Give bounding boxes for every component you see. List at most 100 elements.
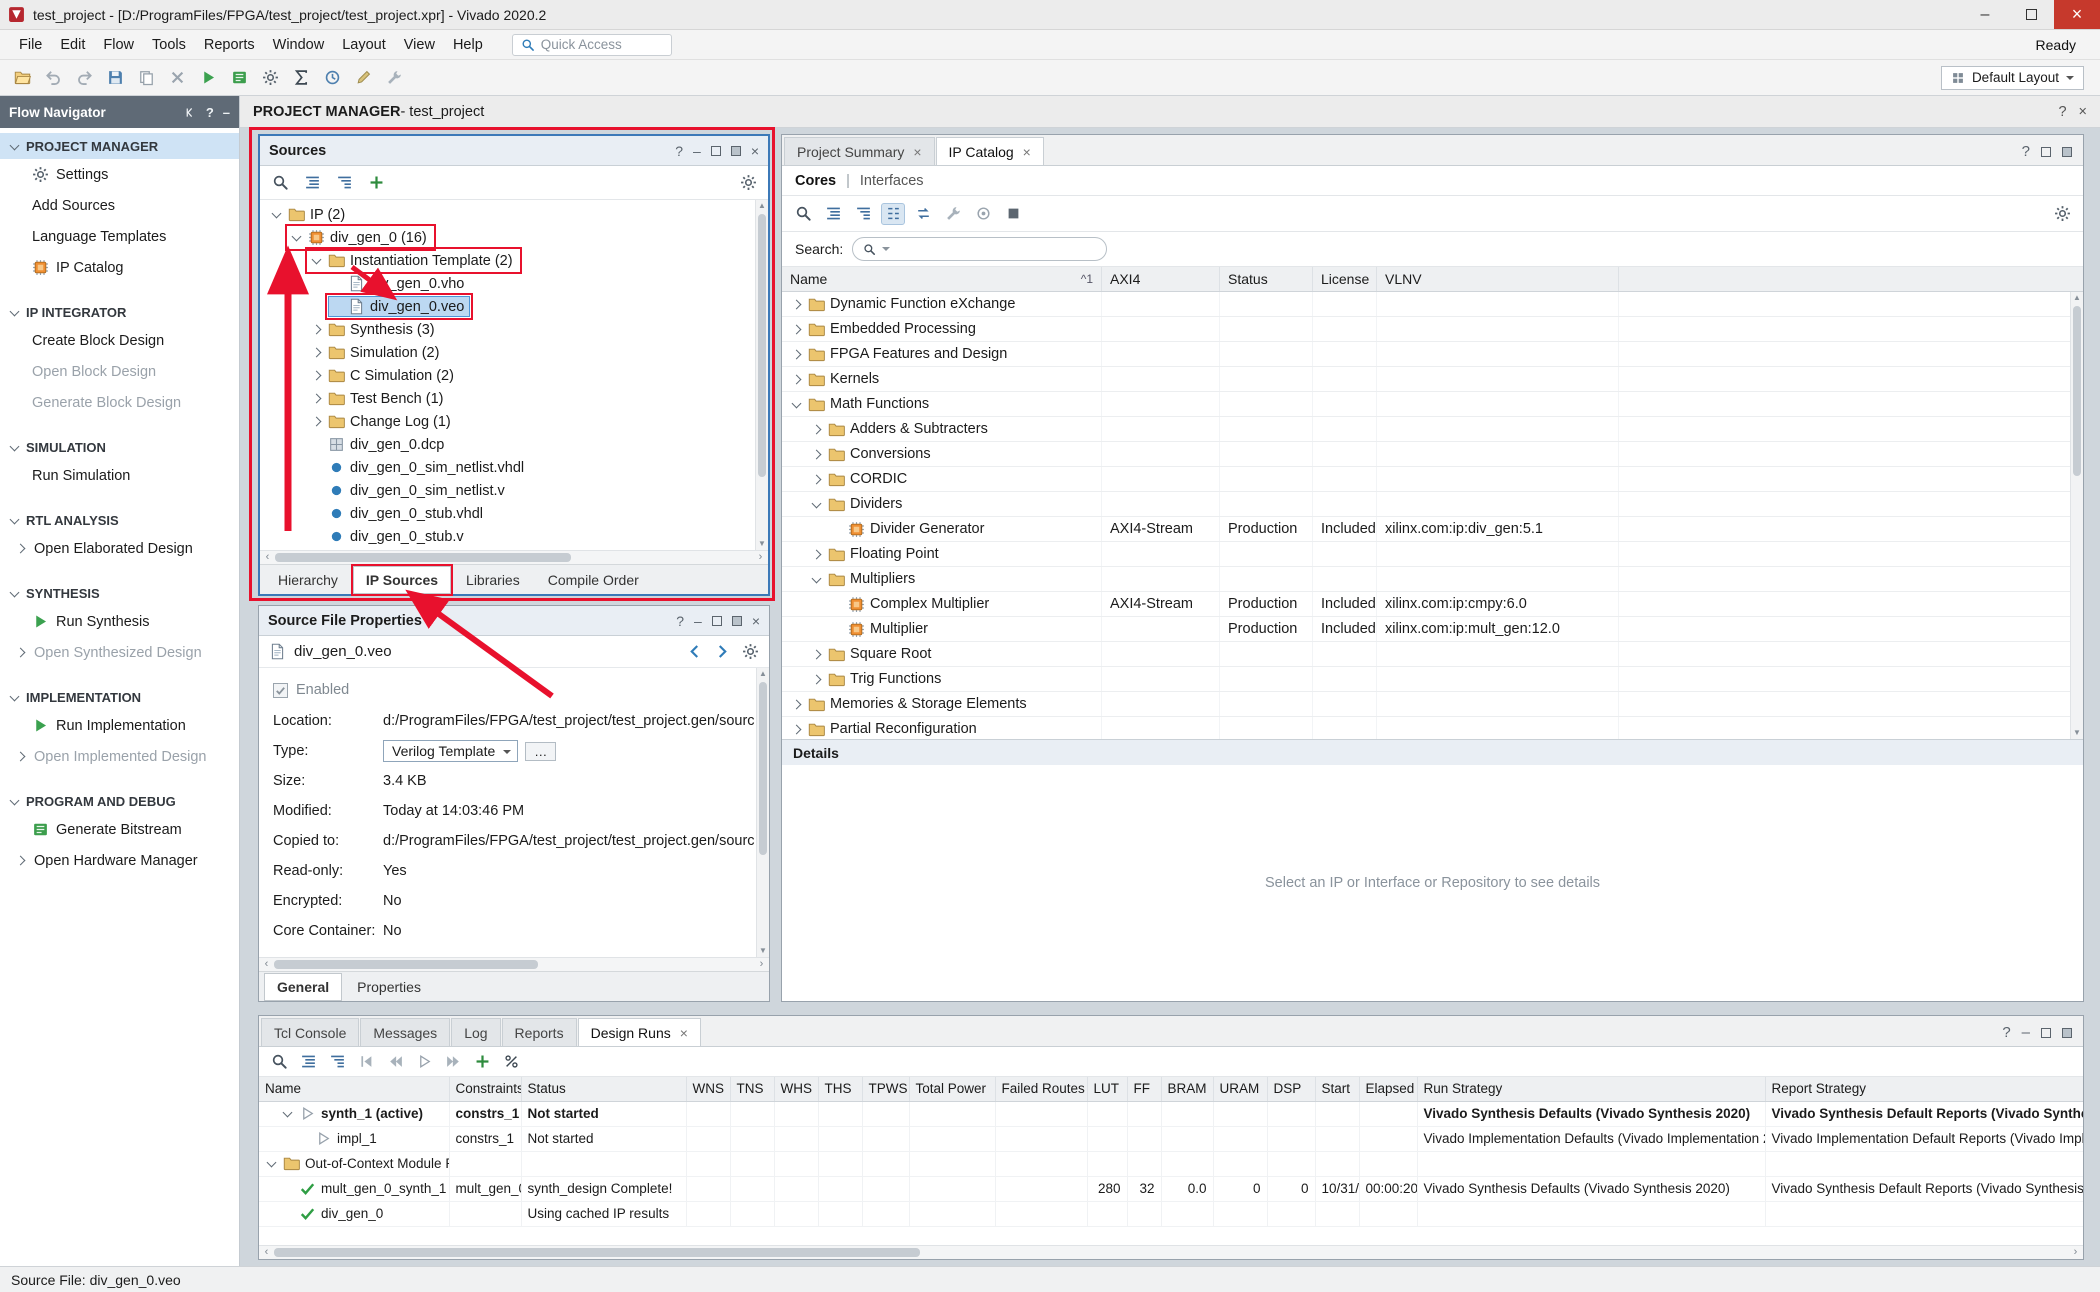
close-icon[interactable]: × — [680, 1025, 688, 1041]
chevron-right-icon[interactable] — [810, 473, 823, 486]
scroll-down-icon[interactable]: ▼ — [756, 538, 768, 550]
flow-item-add-sources[interactable]: Add Sources — [0, 190, 239, 221]
square-button[interactable] — [1001, 203, 1025, 225]
hier-button[interactable] — [881, 203, 905, 225]
save-button[interactable] — [101, 65, 129, 91]
minimize-icon[interactable]: – — [223, 105, 230, 120]
float-icon[interactable] — [2041, 147, 2051, 157]
source-c-simulation-2[interactable]: C Simulation (2) — [260, 364, 768, 387]
chevron-down-icon[interactable] — [8, 441, 21, 454]
tab-hierarchy[interactable]: Hierarchy — [265, 566, 351, 594]
close-icon[interactable]: × — [913, 144, 921, 160]
tab-properties[interactable]: Properties — [344, 973, 434, 1001]
tab-ip-catalog[interactable]: IP Catalog× — [936, 137, 1044, 165]
runs-column-constraints[interactable]: Constraints — [449, 1077, 521, 1101]
source-div-gen-0-16[interactable]: div_gen_0 (16) — [260, 226, 768, 249]
properties-vertical-scrollbar[interactable]: ▲ ▼ — [756, 668, 769, 957]
flow-item-run-synthesis[interactable]: Run Synthesis — [0, 606, 239, 637]
scroll-up-icon[interactable]: ▲ — [2071, 292, 2083, 304]
catalog-row-conversions[interactable]: Conversions — [782, 442, 2083, 467]
runs-column-whs[interactable]: WHS — [774, 1077, 818, 1101]
close-icon[interactable]: × — [2079, 104, 2087, 120]
runs-column-bram[interactable]: BRAM — [1161, 1077, 1213, 1101]
flow-item-create-block-design[interactable]: Create Block Design — [0, 325, 239, 356]
help-icon[interactable]: ? — [2022, 144, 2030, 159]
menu-reports[interactable]: Reports — [195, 33, 264, 57]
chevron-right-icon[interactable] — [810, 548, 823, 561]
layout-selector[interactable]: Default Layout — [1941, 66, 2084, 90]
source-instantiation-template-2[interactable]: Instantiation Template (2) — [260, 249, 768, 272]
runs-row-synth-1-active[interactable]: synth_1 (active)constrs_1Not startedViva… — [259, 1101, 2083, 1126]
catalog-row-multiplier[interactable]: MultiplierProductionIncludedxilinx.com:i… — [782, 617, 2083, 642]
percent-button[interactable] — [499, 1051, 523, 1073]
fast-fwd-button[interactable] — [441, 1051, 465, 1073]
tab-reports[interactable]: Reports — [502, 1018, 577, 1046]
maximize-icon[interactable] — [2062, 1028, 2072, 1038]
chevron-right-icon[interactable] — [790, 723, 803, 736]
menu-edit[interactable]: Edit — [51, 33, 94, 57]
catalog-row-cordic[interactable]: CORDIC — [782, 467, 2083, 492]
tab-general[interactable]: General — [264, 973, 342, 1001]
subtab-cores[interactable]: Cores — [795, 173, 836, 189]
chevron-down-icon[interactable] — [290, 231, 303, 244]
collapse-all-button[interactable] — [821, 203, 845, 225]
target-button[interactable] — [971, 203, 995, 225]
catalog-row-trig-functions[interactable]: Trig Functions — [782, 667, 2083, 692]
close-icon[interactable]: × — [1023, 144, 1031, 160]
runs-column-elapsed[interactable]: Elapsed — [1359, 1077, 1417, 1101]
minimize-icon[interactable]: – — [2022, 1025, 2030, 1040]
copy-button[interactable] — [132, 65, 160, 91]
flow-section-simulation[interactable]: SIMULATION — [0, 434, 239, 460]
flow-section-implementation[interactable]: IMPLEMENTATION — [0, 684, 239, 710]
properties-panel-header[interactable]: Source File Properties ?–× — [259, 606, 769, 636]
menu-help[interactable]: Help — [444, 33, 492, 57]
chevron-down-icon[interactable] — [790, 398, 803, 411]
chevron-right-icon[interactable] — [790, 698, 803, 711]
flow-item-ip-catalog[interactable]: IP Catalog — [0, 252, 239, 283]
flow-item-open-block-design[interactable]: Open Block Design — [0, 356, 239, 387]
chevron-right-icon[interactable] — [14, 854, 27, 867]
delete-button[interactable] — [163, 65, 191, 91]
source-test-bench-1[interactable]: Test Bench (1) — [260, 387, 768, 410]
quick-access-search[interactable]: Quick Access — [512, 34, 672, 56]
chevron-down-icon[interactable] — [281, 1107, 294, 1120]
catalog-row-partial-reconfiguration[interactable]: Partial Reconfiguration — [782, 717, 2083, 739]
bitstream-button[interactable] — [225, 65, 253, 91]
swap-button[interactable] — [911, 203, 935, 225]
chevron-down-icon[interactable] — [8, 514, 21, 527]
source-div-gen-0-stub-v[interactable]: div_gen_0_stub.v — [260, 525, 768, 548]
flow-item-open-synthesized-design[interactable]: Open Synthesized Design — [0, 637, 239, 668]
column-header-license[interactable]: License — [1313, 267, 1377, 291]
help-icon[interactable]: ? — [675, 144, 683, 158]
menu-view[interactable]: View — [395, 33, 444, 57]
source-simulation-2[interactable]: Simulation (2) — [260, 341, 768, 364]
runs-column-dsp[interactable]: DSP — [1267, 1077, 1315, 1101]
runs-column-tns[interactable]: TNS — [730, 1077, 774, 1101]
wrench-button[interactable] — [941, 203, 965, 225]
source-synthesis-3[interactable]: Synthesis (3) — [260, 318, 768, 341]
catalog-row-complex-multiplier[interactable]: Complex MultiplierAXI4-StreamProductionI… — [782, 592, 2083, 617]
chevron-right-icon[interactable] — [790, 323, 803, 336]
flow-item-generate-block-design[interactable]: Generate Block Design — [0, 387, 239, 418]
tab-project-summary[interactable]: Project Summary× — [784, 137, 935, 165]
tab-tcl-console[interactable]: Tcl Console — [261, 1018, 359, 1046]
skip-start-button[interactable] — [354, 1051, 378, 1073]
source-change-log-1[interactable]: Change Log (1) — [260, 410, 768, 433]
chevron-down-icon[interactable] — [810, 498, 823, 511]
scroll-left-icon[interactable]: ‹ — [259, 1246, 274, 1259]
flow-item-open-elaborated-design[interactable]: Open Elaborated Design — [0, 533, 239, 564]
chevron-right-icon[interactable] — [810, 648, 823, 661]
collapse-all-button[interactable] — [300, 172, 324, 194]
chevron-right-icon[interactable] — [790, 348, 803, 361]
runs-column-ths[interactable]: THS — [818, 1077, 862, 1101]
runs-column-status[interactable]: Status — [521, 1077, 686, 1101]
flow-item-run-implementation[interactable]: Run Implementation — [0, 710, 239, 741]
chevron-down-icon[interactable] — [810, 573, 823, 586]
menu-layout[interactable]: Layout — [333, 33, 395, 57]
menu-file[interactable]: File — [10, 33, 51, 57]
source-div-gen-0-sim-netlist-vhdl[interactable]: div_gen_0_sim_netlist.vhdl — [260, 456, 768, 479]
properties-horizontal-scrollbar[interactable]: ‹ › — [259, 957, 769, 971]
flow-item-open-hardware-manager[interactable]: Open Hardware Manager — [0, 845, 239, 876]
catalog-row-adders-subtracters[interactable]: Adders & Subtracters — [782, 417, 2083, 442]
chevron-down-icon[interactable] — [8, 691, 21, 704]
